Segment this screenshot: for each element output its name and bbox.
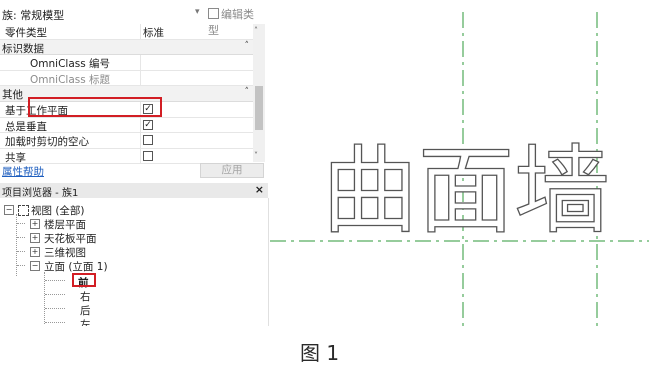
cut-with-voids-checkbox[interactable] — [143, 135, 153, 146]
property-row-part-type[interactable]: 零件类型 标准 — [0, 24, 253, 40]
apply-button[interactable]: 应用 — [200, 163, 264, 178]
curved-wall-text-model[interactable]: 曲面墙 — [322, 134, 612, 242]
property-label: 零件类型 — [5, 27, 47, 39]
expand-icon[interactable]: + — [30, 233, 40, 243]
tree-node-ceiling-plans[interactable]: 天花板平面 — [44, 231, 97, 246]
property-row-cut-with-voids[interactable]: 加载时剪切的空心 — [0, 133, 253, 149]
expand-icon[interactable]: + — [30, 219, 40, 229]
properties-scrollbar[interactable]: ˄ ˅ — [253, 24, 265, 162]
group-label: 标识数据 — [2, 42, 44, 55]
tree-node-3d-views[interactable]: 三维视图 — [44, 245, 86, 260]
always-vertical-checkbox[interactable]: ✓ — [143, 119, 153, 130]
scrollbar-thumb[interactable] — [255, 86, 263, 130]
highlight-box-work-plane — [28, 97, 162, 117]
project-browser-tree: − 视图 (全部) + 楼层平面 + 天花板平面 + 三维视图 − 立面 (立面… — [0, 198, 269, 326]
type-selector-label: 族: 常规模型 — [2, 9, 65, 22]
tree-node-elevation-left[interactable]: 左 — [80, 317, 91, 326]
close-icon[interactable]: × — [255, 183, 264, 196]
collapse-icon[interactable]: ˄ — [245, 87, 250, 97]
property-label: 共享 — [5, 151, 26, 164]
property-row-always-vertical[interactable]: 总是垂直 ✓ — [0, 117, 253, 134]
property-row-omniclass-number[interactable]: OmniClass 编号 — [0, 55, 253, 71]
properties-help-link[interactable]: 属性帮助 — [2, 164, 44, 179]
collapse-icon[interactable]: − — [4, 205, 14, 215]
tree-node-views-all[interactable]: 视图 (全部) — [31, 203, 85, 218]
property-row-omniclass-title[interactable]: OmniClass 标题 — [0, 70, 253, 87]
property-grid: 零件类型 标准 标识数据 ˄ OmniClass 编号 OmniClass 标题… — [0, 24, 253, 165]
property-label: OmniClass 标题 — [30, 73, 111, 86]
tree-node-floor-plans[interactable]: 楼层平面 — [44, 217, 86, 232]
collapse-icon[interactable]: − — [30, 261, 40, 271]
property-label: 总是垂直 — [5, 120, 47, 133]
view-icon — [18, 205, 29, 216]
property-row-shared[interactable]: 共享 — [0, 148, 253, 165]
shared-checkbox[interactable] — [143, 150, 153, 161]
type-selector[interactable]: 族: 常规模型 ▾ 编辑类型 — [0, 3, 264, 37]
group-label: 其他 — [2, 89, 23, 102]
figure-caption: 图 1 — [300, 341, 340, 365]
property-value[interactable]: 标准 — [143, 25, 164, 40]
tree-node-elevation-right[interactable]: 右 — [80, 289, 91, 304]
tree-node-elevations[interactable]: 立面 (立面 1) — [44, 259, 108, 274]
property-label: OmniClass 编号 — [30, 58, 111, 71]
project-browser-header: 项目浏览器 - 族1 × — [0, 183, 268, 199]
project-browser-title: 项目浏览器 - 族1 — [2, 188, 79, 199]
property-label: 加载时剪切的空心 — [5, 136, 89, 149]
edit-type-icon — [208, 8, 219, 19]
scroll-up-icon[interactable]: ˄ — [254, 26, 258, 35]
highlight-box-front — [72, 273, 96, 287]
chevron-down-icon[interactable]: ▾ — [195, 7, 200, 17]
expand-icon[interactable]: + — [30, 247, 40, 257]
scroll-down-icon[interactable]: ˅ — [254, 151, 258, 160]
tree-node-elevation-back[interactable]: 后 — [80, 303, 91, 318]
group-identity-data[interactable]: 标识数据 ˄ — [0, 39, 253, 56]
wall-text[interactable]: 曲面墙 — [322, 134, 611, 242]
collapse-icon[interactable]: ˄ — [245, 41, 250, 51]
